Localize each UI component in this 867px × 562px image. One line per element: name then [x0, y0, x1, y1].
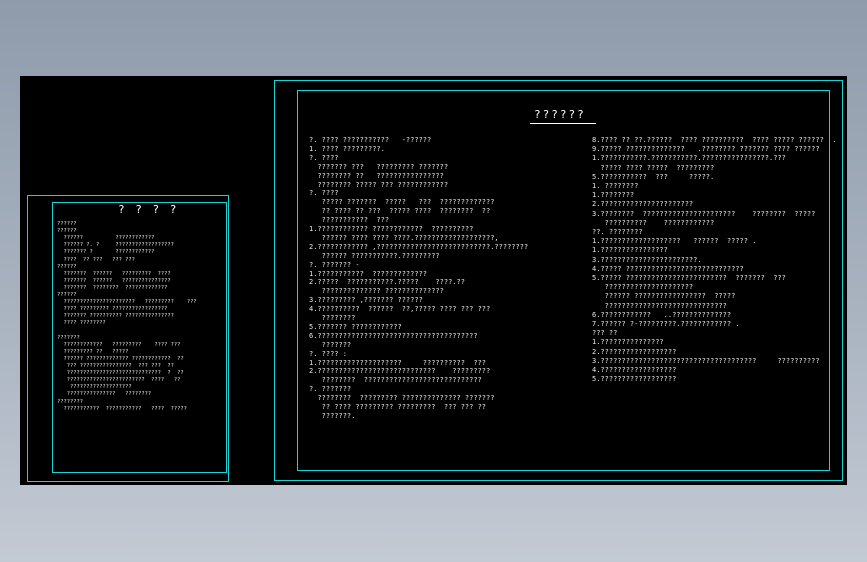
note-line: ???????? ????????? ?????????????? ??????… — [309, 394, 495, 403]
note-line: 6.???????????? ..?????????????? — [592, 310, 732, 319]
left-note-line: ???? ?? ??? ??? ??? — [57, 256, 135, 263]
left-note-line: ??????? ?????? ??????????????? — [57, 277, 171, 284]
drawing-canvas: ? ? ? ? ???????????? ?????? ????????????… — [20, 76, 847, 485]
note-line: 9.????? ?????????????? .???????? ???????… — [592, 145, 820, 154]
left-note-line: ?????? ???????????? — [57, 235, 155, 242]
left-note-line: ??? ???????????????? ??? ??? ?? — [57, 363, 174, 369]
note-line: 5.??????????? ??? ?????. — [592, 172, 715, 181]
note-line: 2.???????????? ,????????????????????????… — [309, 242, 529, 251]
note-line: 1.???????????.???????????.??????????????… — [592, 154, 786, 163]
left-note-line: ?????? ????????????? ???????????? ?? — [57, 355, 184, 362]
left-note-line: ?????? ?. ? ?????????????????? — [57, 242, 174, 249]
note-line: ?? ???? ?? ??? ????? ???? ???????? ?? — [309, 207, 491, 216]
left-note-line: ??????????????????? — [57, 384, 132, 391]
left-note-line: ?????? — [57, 221, 77, 227]
note-line: 3.????????????????????????????????????? … — [592, 356, 820, 365]
note-line: ??????????? ??? — [309, 216, 390, 225]
note-line: ????? ??????? ????? ??? ????????????? — [309, 198, 495, 207]
note-line: ?????????? ???????????? — [592, 218, 715, 227]
note-line: ???????. — [309, 411, 356, 420]
left-note-line: ??????? ???????? ????????????? — [57, 284, 168, 291]
note-line: 3.????????? ,??????? ?????? — [309, 296, 423, 305]
note-line: ?? ???? ????????? ????????? ??? ??? ?? — [309, 403, 487, 411]
note-line: 5.?????????????????? — [592, 375, 677, 384]
left-note-line: ?????? — [57, 263, 77, 270]
note-line: ????????????????????????????? — [592, 301, 727, 310]
note-line: 3.???????? ?????????????????????? ??????… — [592, 209, 816, 218]
left-note-line: ????????? ?? ????? — [57, 348, 129, 355]
note-line: ???????? ????? ??? ???????????? — [309, 180, 449, 189]
note-line: ?????? ????????????????? ????? — [592, 292, 736, 301]
note-line: 1.??????????? ????????????? — [309, 269, 428, 278]
note-line: ??. ???????? — [592, 228, 643, 236]
note-line: 3.???????????????????????. — [592, 255, 702, 264]
note-line: ???????? — [309, 314, 356, 322]
note-line: 1.??????????????????? ?????? ????? . — [592, 237, 757, 246]
note-line: 4.?????????? ?????? ??,????? ???? ??? ??… — [309, 305, 491, 314]
left-note-line: ???????????? ????????? ???? ??? — [57, 341, 181, 348]
note-line: 2.?????????????????? — [592, 347, 677, 356]
left-note-line: ??????????? ??????????? ???? ????? — [57, 405, 187, 412]
note-line: 2.?????????????????????? — [592, 200, 694, 209]
note-line: ?????? ???? ???? ????.??????????????????… — [309, 233, 499, 242]
note-line: ?. ??????? — [309, 385, 352, 394]
left-note-line: ???? ????????? ????????????????? — [57, 306, 168, 313]
note-line: ???????? ???????????????????????????? — [309, 376, 482, 385]
left-note-line: ??????? ?????? ????????? ???? — [57, 270, 171, 277]
left-note-line: ??????????????? ???????? — [57, 391, 152, 398]
note-line: ?. ???? — [309, 189, 339, 198]
note-line: ?. ??????? - — [309, 260, 360, 269]
left-sheet-title: ? ? ? ? — [118, 203, 179, 216]
note-line: ?. ???? — [309, 153, 339, 162]
note-line: 7.?????? ?-?????????.???????????? . — [592, 320, 740, 328]
note-line: 1. ???????? — [592, 182, 639, 190]
left-note-line: ?????? — [57, 228, 77, 235]
left-note-line: ??????? — [57, 334, 80, 341]
note-line: ??????? ??? ????????? ??????? — [309, 162, 449, 171]
note-line: ??? ?? — [592, 329, 618, 338]
note-line: ????????????????????? — [592, 283, 694, 292]
note-line: 1. ???? ?????????. — [309, 144, 385, 153]
note-line: 1.???????? — [592, 191, 635, 200]
note-line: 1.??????????????? — [592, 338, 664, 347]
note-line: 1.???????????? ???????????? ?????????? — [309, 225, 474, 233]
note-line: 5.??????? ???????????? — [309, 322, 402, 331]
left-note-line: ???????????????????????? ???? ?? — [57, 377, 181, 384]
note-line: ?????????????? ?????????????? — [309, 287, 444, 296]
note-line: 1.???????????????? — [592, 246, 668, 255]
note-line: 4.????? ???????????????????????????? — [592, 264, 744, 273]
note-line: ??????? — [309, 340, 352, 349]
note-line: 8.???? ?? ??.?????? ???? ?????????? ????… — [592, 136, 837, 144]
note-line: 6.?????????????????????????????????????? — [309, 331, 478, 340]
left-note-line: ?????????????????????? ????????? ??? — [57, 299, 197, 306]
note-line: ????? ???? ????? ????????? — [592, 163, 715, 172]
left-note-line: ?????? — [57, 292, 77, 298]
right-sheet-title: ?????? — [534, 108, 586, 121]
note-line: ?. ???? : — [309, 349, 347, 358]
left-note-line: ??????? ? ???????????? — [57, 249, 155, 256]
note-line: 2.????? ???????????.????? ????.?? — [309, 278, 465, 287]
left-note-line: ???? ???????? — [57, 320, 106, 327]
note-line: 5.????? ???????????????????????? ???????… — [592, 274, 786, 282]
note-line: ?????? ???????????.????????? — [309, 251, 440, 260]
note-line: 4.?????????????????? — [592, 366, 677, 374]
left-note-line: ???????? — [57, 398, 83, 405]
left-note-line: ????????????????????????????? ? ?? — [57, 370, 184, 377]
note-line: 2.???????????????????????????? ????????? — [309, 367, 491, 376]
note-line: ?. ???? ??????????? -?????? — [309, 136, 432, 144]
right-sheet-title-underline — [530, 123, 596, 124]
note-line: 1.???????????????????? ?????????? ??? — [309, 358, 487, 367]
note-line: ???????? ?? ???????????????? — [309, 171, 444, 180]
left-note-line: ??????? ?????????? ??????????????? — [57, 313, 174, 320]
